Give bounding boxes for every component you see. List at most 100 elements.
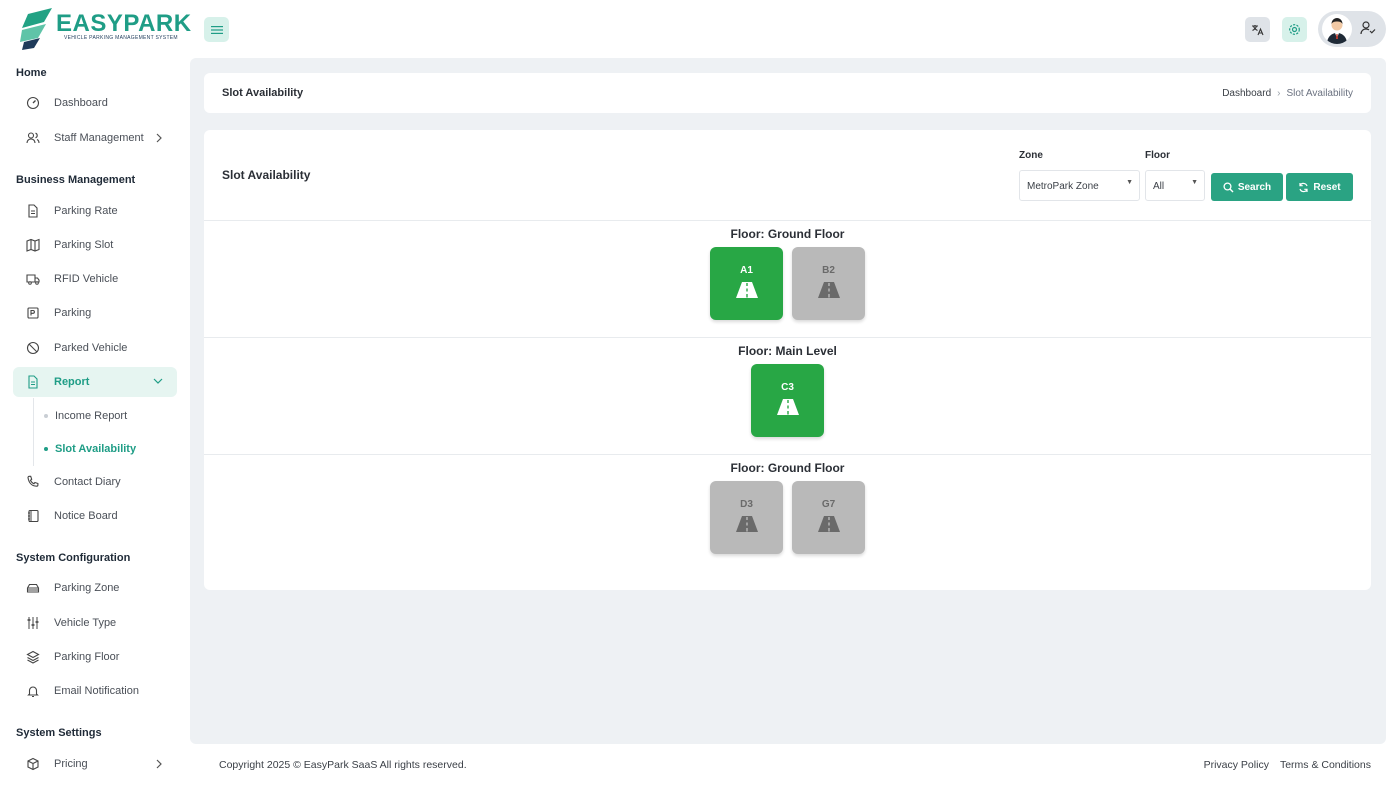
sidebar-item-label: Report xyxy=(54,376,90,388)
floor-title: Floor: Main Level xyxy=(738,344,837,358)
slot-availability-card: Slot Availability Zone MetroPark Zone ▼ … xyxy=(204,130,1371,590)
slot-card[interactable]: D3 xyxy=(710,481,783,554)
breadcrumb: Dashboard › Slot Availability xyxy=(1222,88,1353,99)
slot-card[interactable]: C3 xyxy=(751,364,824,437)
sidebar-subitem-slot-availability[interactable]: Slot Availability xyxy=(44,439,136,459)
sidebar-item-label: Dashboard xyxy=(54,97,108,109)
sidebar-subitem-income-report[interactable]: Income Report xyxy=(44,406,127,426)
logo[interactable]: EASYPARK VEHICLE PARKING MANAGEMENT SYST… xyxy=(20,8,191,50)
search-button-label: Search xyxy=(1237,181,1272,193)
zone-label: Zone xyxy=(1019,150,1043,161)
user-check-icon xyxy=(1360,21,1376,35)
breadcrumb-link-dashboard[interactable]: Dashboard xyxy=(1222,88,1271,99)
sidebar-item-parked-vehicle[interactable]: Parked Vehicle xyxy=(13,333,177,363)
users-icon xyxy=(26,132,40,144)
sliders-icon xyxy=(27,617,39,629)
zone-select-value: MetroPark Zone xyxy=(1027,181,1099,192)
sidebar-item-parking-rate[interactable]: Parking Rate xyxy=(13,196,177,226)
sidebar-item-vehicle-type[interactable]: Vehicle Type xyxy=(13,608,177,638)
sidebar-item-label: Staff Management xyxy=(54,132,144,144)
floor-title: Floor: Ground Floor xyxy=(730,461,845,475)
section-title-home: Home xyxy=(16,67,47,79)
chevron-down-icon xyxy=(153,378,163,384)
chevron-right-icon: › xyxy=(1277,88,1281,99)
sidebar-item-email-notification[interactable]: Email Notification xyxy=(13,676,177,706)
sidebar-item-parking-zone[interactable]: Parking Zone xyxy=(13,573,177,603)
bullet-icon xyxy=(44,414,48,418)
report-icon xyxy=(28,375,38,389)
caret-down-icon: ▼ xyxy=(1191,179,1198,186)
card-title: Slot Availability xyxy=(222,168,311,182)
sidebar-item-pricing[interactable]: Pricing xyxy=(13,749,177,779)
chevron-right-icon xyxy=(156,759,162,769)
divider xyxy=(204,454,1371,455)
sidebar-item-report[interactable]: Report xyxy=(13,367,177,397)
floor-select[interactable]: All ▼ xyxy=(1145,170,1205,201)
reset-button[interactable]: Reset xyxy=(1286,173,1353,201)
sidebar-item-label: Parking Slot xyxy=(54,239,114,251)
layers-icon xyxy=(26,650,40,664)
sidebar-subitem-label: Slot Availability xyxy=(55,443,137,455)
slot-code: C3 xyxy=(781,382,794,393)
user-menu[interactable] xyxy=(1318,11,1386,47)
truck-icon xyxy=(26,274,40,285)
sidebar-item-parking[interactable]: Parking xyxy=(13,298,177,328)
slot-card[interactable]: G7 xyxy=(792,481,865,554)
hamburger-icon xyxy=(210,25,223,34)
sidebar-item-label: Pricing xyxy=(54,758,88,770)
road-icon xyxy=(735,282,758,298)
sidebar-item-label: Parking xyxy=(54,307,92,319)
sidebar: Home Dashboard Staff Management Business… xyxy=(0,58,190,788)
slot-card[interactable]: B2 xyxy=(792,247,865,320)
box-icon xyxy=(27,757,39,771)
phone-icon xyxy=(27,475,39,487)
sidebar-item-parking-floor[interactable]: Parking Floor xyxy=(13,642,177,672)
settings-button[interactable] xyxy=(1282,17,1307,42)
search-button[interactable]: Search xyxy=(1211,173,1283,201)
page-header: Slot Availability Dashboard › Slot Avail… xyxy=(204,73,1371,113)
brand-tagline: VEHICLE PARKING MANAGEMENT SYSTEM xyxy=(64,35,178,41)
road-icon xyxy=(735,516,758,532)
sidebar-item-dashboard[interactable]: Dashboard xyxy=(13,88,177,118)
footer-copyright: Copyright 2025 © EasyPark SaaS All right… xyxy=(219,759,467,771)
sidebar-item-notice-board[interactable]: Notice Board xyxy=(13,501,177,531)
gear-icon xyxy=(1289,24,1300,35)
privacy-policy-link[interactable]: Privacy Policy xyxy=(1204,759,1269,771)
logo-mark-icon xyxy=(20,8,52,50)
bullet-icon xyxy=(44,447,48,451)
section-title-system-config: System Configuration xyxy=(16,552,131,564)
divider xyxy=(204,220,1371,221)
road-icon xyxy=(776,399,799,415)
sidebar-subitem-label: Income Report xyxy=(55,410,128,422)
slot-code: D3 xyxy=(740,499,753,510)
road-icon xyxy=(817,282,840,298)
terms-link[interactable]: Terms & Conditions xyxy=(1280,759,1371,771)
sidebar-item-label: Parking Rate xyxy=(54,205,118,217)
sidebar-item-contact-diary[interactable]: Contact Diary xyxy=(13,467,177,497)
sidebar-item-parking-slot[interactable]: Parking Slot xyxy=(13,230,177,260)
notebook-icon xyxy=(28,509,39,523)
translate-button[interactable] xyxy=(1245,17,1270,42)
sidebar-item-label: Parking Zone xyxy=(54,582,120,594)
section-title-system-settings: System Settings xyxy=(16,727,102,739)
menu-toggle-button[interactable] xyxy=(204,17,229,42)
search-icon xyxy=(1223,181,1234,192)
sidebar-item-label: Contact Diary xyxy=(54,476,121,488)
road-icon xyxy=(817,516,840,532)
sidebar-item-label: Parking Floor xyxy=(54,651,120,663)
breadcrumb-current: Slot Availability xyxy=(1286,88,1353,99)
caret-down-icon: ▼ xyxy=(1126,179,1133,186)
zone-select[interactable]: MetroPark Zone ▼ xyxy=(1019,170,1140,201)
sidebar-item-label: Parked Vehicle xyxy=(54,342,128,354)
dashboard-icon xyxy=(26,96,40,110)
page-title: Slot Availability xyxy=(222,87,304,99)
sidebar-item-label: Vehicle Type xyxy=(54,617,117,629)
sidebar-item-staff-management[interactable]: Staff Management xyxy=(13,123,177,153)
map-icon xyxy=(26,238,40,252)
top-bar: EASYPARK VEHICLE PARKING MANAGEMENT SYST… xyxy=(0,0,1400,58)
document-icon xyxy=(28,204,38,218)
refresh-icon xyxy=(1299,182,1308,192)
sidebar-item-rfid-vehicle[interactable]: RFID Vehicle xyxy=(13,264,177,294)
slot-card[interactable]: A1 xyxy=(710,247,783,320)
car-icon xyxy=(26,583,40,593)
